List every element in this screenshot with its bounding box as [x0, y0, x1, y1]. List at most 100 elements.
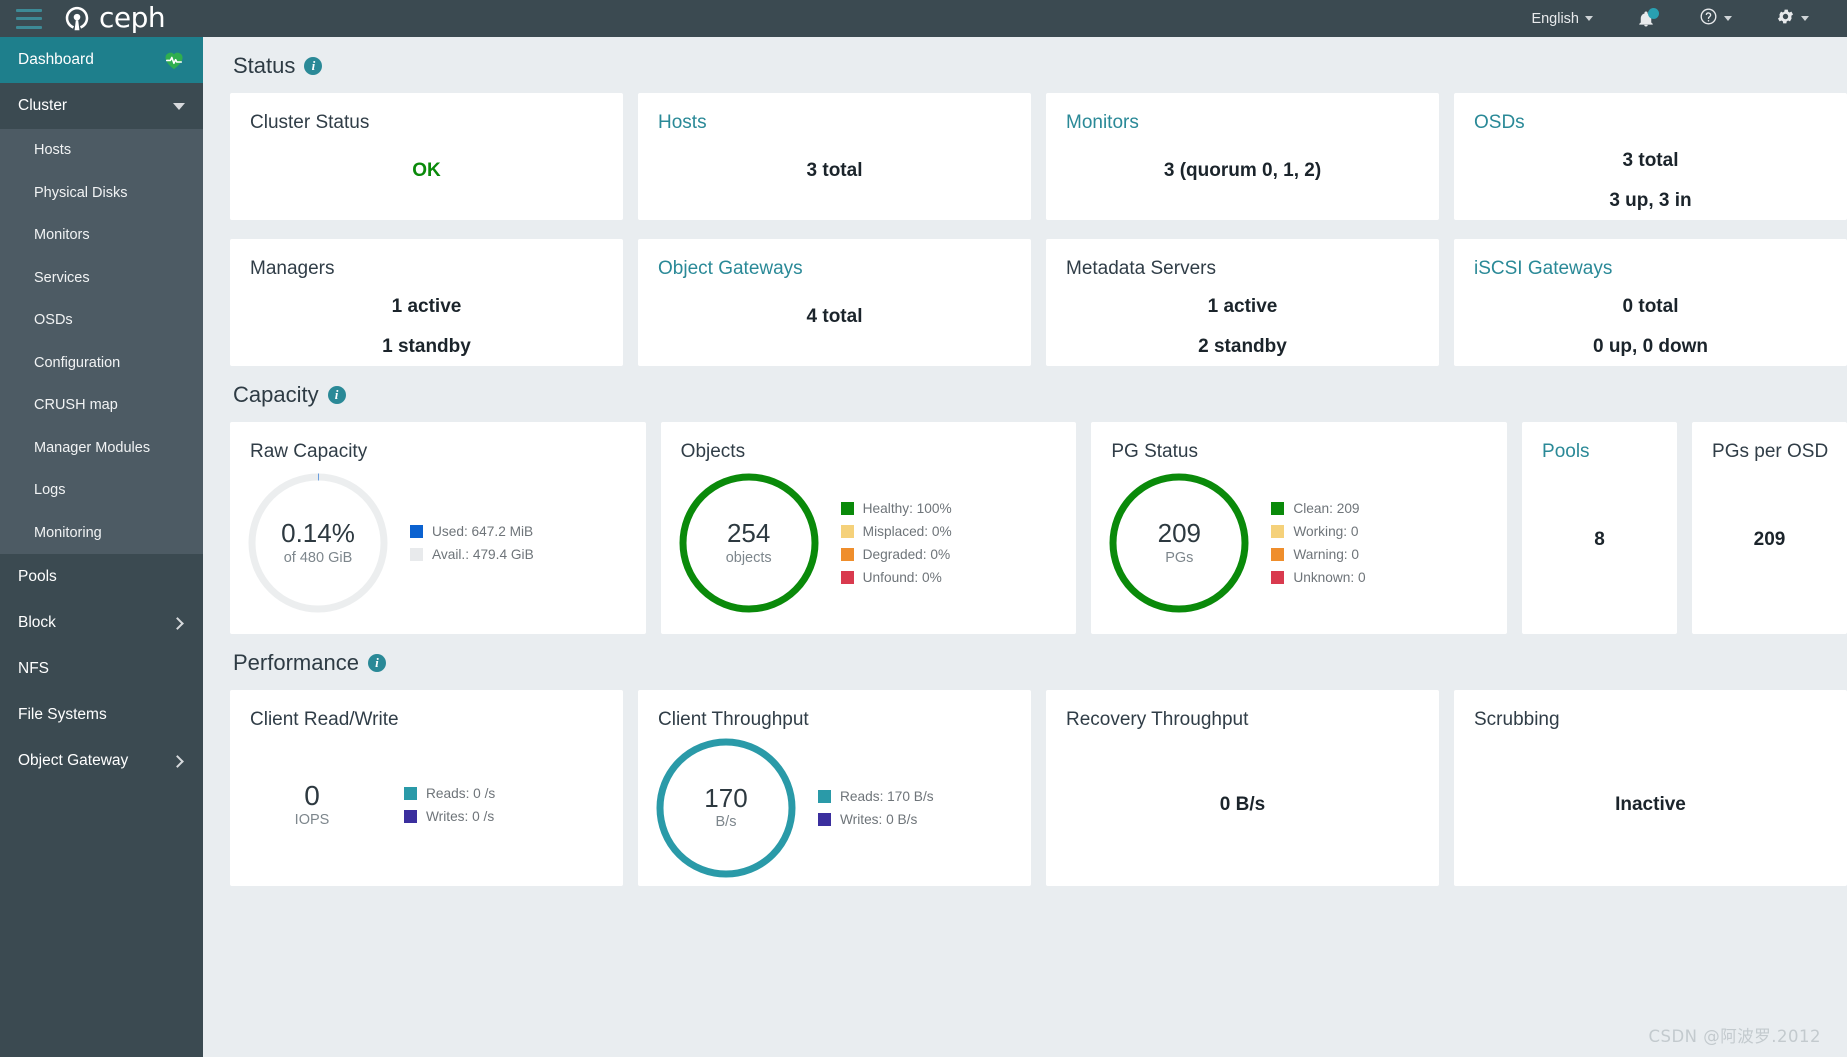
legend-item: Degraded: 0%	[840, 543, 952, 566]
card-value: 3 (quorum 0, 1, 2)	[1163, 159, 1322, 181]
client-throughput-donut: 170 B/s	[650, 732, 802, 884]
notifications-button[interactable]	[1615, 0, 1677, 37]
card-objects[interactable]: Objects 254 objects Healthy: 100% Mispla…	[660, 422, 1077, 634]
raw-capacity-donut: 0.14% of 480 GiB	[242, 467, 394, 619]
card-value: OK	[412, 159, 441, 181]
card-title: Metadata Servers	[1066, 258, 1216, 279]
status-cards-row-1: Cluster Status OK Hosts 3 total Monitors…	[203, 93, 1847, 220]
chevron-right-icon	[171, 616, 184, 630]
client-rw-legend: Reads: 0 /s Writes: 0 /s	[404, 782, 495, 828]
sidebar-item-file-systems[interactable]: File Systems	[0, 692, 203, 738]
card-value-secondary: 3 up, 3 in	[1609, 190, 1692, 212]
sidebar-subitem-label: Services	[34, 269, 90, 286]
sidebar-item-block[interactable]: Block	[0, 600, 203, 646]
language-selector[interactable]: English	[1509, 0, 1615, 37]
card-metadata-servers[interactable]: Metadata Servers 1 active 2 standby	[1046, 239, 1439, 366]
legend-swatch	[1271, 524, 1285, 538]
sidebar-subitem-label: Monitoring	[34, 524, 102, 541]
card-title: Objects	[680, 441, 746, 462]
card-title: Recovery Throughput	[1066, 709, 1249, 730]
sidebar-item-logs[interactable]: Logs	[0, 469, 203, 512]
legend-label: Healthy: 100%	[862, 500, 952, 516]
sidebar-item-services[interactable]: Services	[0, 257, 203, 300]
card-client-read-write[interactable]: Client Read/Write 0 IOPS Reads: 0 /s Wri…	[230, 690, 623, 886]
card-title-link[interactable]: iSCSI Gateways	[1454, 239, 1847, 281]
sidebar-item-crush-map[interactable]: CRUSH map	[0, 384, 203, 427]
card-title-link[interactable]: Hosts	[638, 93, 1031, 135]
section-title: Status	[233, 53, 296, 78]
card-title: PGs per OSD	[1712, 441, 1829, 462]
hamburger-icon[interactable]	[16, 8, 42, 29]
sidebar-item-configuration[interactable]: Configuration	[0, 342, 203, 385]
sidebar-item-label: Object Gateway	[18, 752, 129, 769]
card-cluster-status[interactable]: Cluster Status OK	[230, 93, 623, 220]
card-osds[interactable]: OSDs 3 total 3 up, 3 in	[1454, 93, 1847, 220]
settings-menu[interactable]	[1754, 0, 1831, 37]
card-value: 3 total	[1622, 149, 1679, 171]
sidebar-item-nfs[interactable]: NFS	[0, 646, 203, 692]
card-hosts[interactable]: Hosts 3 total	[638, 93, 1031, 220]
info-icon[interactable]: i	[367, 654, 386, 672]
legend-label: Working: 0	[1293, 523, 1359, 539]
legend-swatch	[404, 809, 417, 823]
sidebar-subitem-label: Logs	[34, 482, 66, 499]
legend-swatch	[410, 524, 423, 538]
sidebar-item-physical-disks[interactable]: Physical Disks	[0, 172, 203, 215]
sidebar-item-pools[interactable]: Pools	[0, 554, 203, 600]
card-title-link[interactable]: Object Gateways	[638, 239, 1031, 281]
card-client-throughput[interactable]: Client Throughput 170 B/s Reads: 170 B/s	[638, 690, 1031, 886]
card-recovery-throughput[interactable]: Recovery Throughput 0 B/s	[1046, 690, 1439, 886]
sidebar-item-object-gateway[interactable]: Object Gateway	[0, 738, 203, 784]
legend-label: Warning: 0	[1293, 546, 1360, 562]
card-object-gateways[interactable]: Object Gateways 4 total	[638, 239, 1031, 366]
info-icon[interactable]: i	[304, 57, 323, 75]
card-value: 209	[1753, 529, 1786, 550]
donut-secondary-value: B/s	[715, 814, 737, 831]
sidebar-item-hosts[interactable]: Hosts	[0, 129, 203, 172]
sidebar-item-label: Cluster	[18, 97, 68, 114]
card-managers[interactable]: Managers 1 active 1 standby	[230, 239, 623, 366]
legend-item: Writes: 0 /s	[404, 805, 495, 828]
metric-unit: IOPS	[294, 812, 330, 829]
card-value: 0 B/s	[1219, 793, 1266, 815]
sidebar-item-dashboard[interactable]: Dashboard	[0, 37, 203, 83]
legend-label: Unknown: 0	[1293, 569, 1366, 585]
sidebar-item-cluster[interactable]: Cluster	[0, 83, 203, 129]
card-pg-status[interactable]: PG Status 209 PGs Clean: 209 Working: 0 …	[1091, 422, 1508, 634]
sidebar-item-monitoring[interactable]: Monitoring	[0, 512, 203, 555]
card-pgs-per-osd[interactable]: PGs per OSD 209	[1692, 422, 1847, 634]
card-raw-capacity[interactable]: Raw Capacity 0.14% of 480 GiB Used: 647.…	[230, 422, 646, 634]
pg-status-legend: Clean: 209 Working: 0 Warning: 0 Unknown…	[1271, 497, 1366, 589]
card-scrubbing[interactable]: Scrubbing Inactive	[1454, 690, 1847, 886]
legend-label: Writes: 0 /s	[426, 808, 495, 824]
sidebar-subitem-label: Monitors	[34, 227, 90, 244]
card-title-link[interactable]: OSDs	[1454, 93, 1847, 135]
section-title: Performance	[233, 650, 359, 675]
sidebar-item-osds[interactable]: OSDs	[0, 299, 203, 342]
brand-name: ceph	[99, 0, 166, 34]
sidebar-navigation: Dashboard Cluster Hosts Physical Disks M…	[0, 37, 203, 1057]
donut-secondary-value: of 480 GiB	[283, 549, 353, 566]
sidebar-item-manager-modules[interactable]: Manager Modules	[0, 427, 203, 470]
card-pools[interactable]: Pools 8	[1522, 422, 1678, 634]
sidebar-item-monitors[interactable]: Monitors	[0, 214, 203, 257]
card-iscsi-gateways[interactable]: iSCSI Gateways 0 total 0 up, 0 down	[1454, 239, 1847, 366]
card-value-secondary: 0 up, 0 down	[1592, 336, 1709, 358]
legend-swatch	[840, 524, 854, 538]
info-icon[interactable]: i	[327, 386, 346, 404]
brand-logo[interactable]: ceph	[62, 0, 166, 34]
help-menu[interactable]	[1677, 0, 1754, 37]
legend-item: Used: 647.2 MiB	[410, 520, 534, 543]
heart-pulse-icon	[163, 50, 185, 70]
legend-swatch	[1271, 501, 1285, 515]
donut-primary-value: 254	[726, 518, 771, 549]
bell-icon	[1637, 7, 1659, 29]
card-title-link[interactable]: Pools	[1522, 422, 1677, 464]
card-title-link[interactable]: Monitors	[1046, 93, 1439, 135]
legend-item: Clean: 209	[1271, 497, 1365, 520]
card-monitors[interactable]: Monitors 3 (quorum 0, 1, 2)	[1046, 93, 1439, 220]
card-title: PG Status	[1111, 441, 1198, 462]
donut-primary-value: 0.14%	[281, 518, 355, 549]
capacity-section-header: Capacity i	[203, 366, 1847, 422]
card-title: Raw Capacity	[250, 441, 368, 462]
